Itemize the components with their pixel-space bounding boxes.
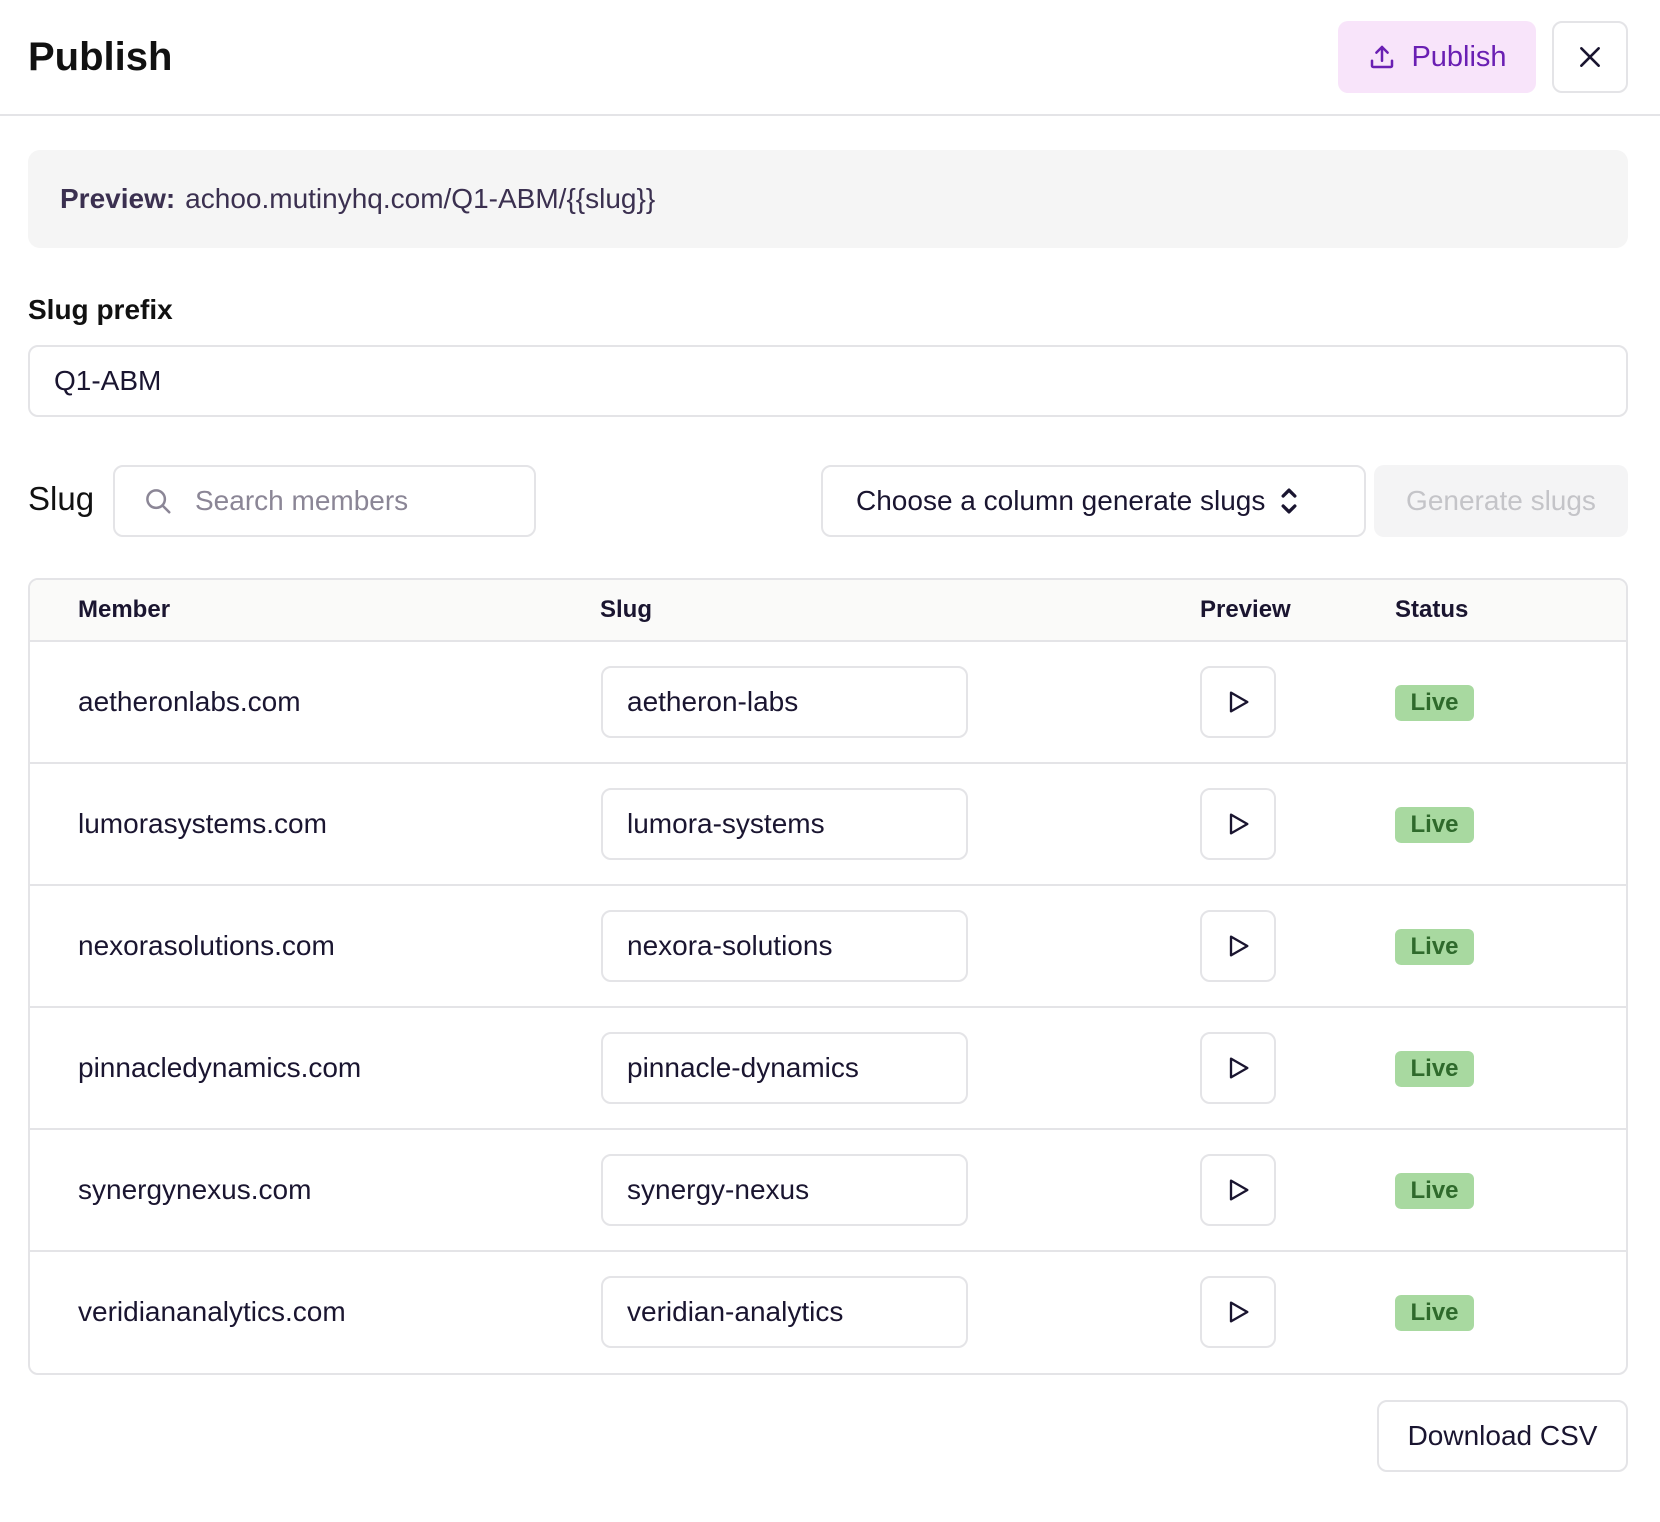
- slug-section-label: Slug: [28, 480, 95, 517]
- slug-input[interactable]: [601, 666, 968, 738]
- slug-input[interactable]: [601, 788, 968, 860]
- column-header-slug: Slug: [600, 596, 652, 623]
- search-members-field[interactable]: [113, 465, 536, 537]
- preview-button[interactable]: [1200, 1154, 1276, 1226]
- column-select-label: Choose a column generate slugs: [856, 485, 1266, 516]
- table-row: veridiananalytics.com Live: [30, 1252, 1626, 1373]
- status-badge: Live: [1395, 1051, 1474, 1087]
- member-domain: pinnacledynamics.com: [78, 1052, 362, 1083]
- upload-icon: [1371, 45, 1394, 69]
- publish-button[interactable]: Publish: [1338, 21, 1536, 93]
- table-row: aetheronlabs.com Live: [30, 642, 1626, 764]
- play-icon: [1229, 1179, 1249, 1201]
- status-badge: Live: [1395, 1173, 1474, 1209]
- slug-input[interactable]: [601, 1154, 968, 1226]
- preview-url: achoo.mutinyhq.com/Q1-ABM/{{slug}}: [185, 183, 656, 214]
- column-header-preview: Preview: [1200, 596, 1291, 623]
- preview-button[interactable]: [1200, 788, 1276, 860]
- status-badge: Live: [1395, 929, 1474, 965]
- preview-button[interactable]: [1200, 666, 1276, 738]
- preview-button[interactable]: [1200, 1276, 1276, 1348]
- member-domain: synergynexus.com: [78, 1174, 312, 1205]
- preview-button[interactable]: [1200, 910, 1276, 982]
- status-badge: Live: [1395, 807, 1474, 843]
- search-input[interactable]: [193, 484, 517, 518]
- publish-button-label: Publish: [1411, 40, 1507, 73]
- slug-prefix-label: Slug prefix: [28, 294, 173, 325]
- table-row: pinnacledynamics.com Live: [30, 1008, 1626, 1130]
- play-icon: [1229, 935, 1249, 957]
- preview-label: Preview:: [60, 183, 176, 214]
- slug-prefix-input[interactable]: [28, 345, 1628, 417]
- chevron-up-down-icon: [1281, 488, 1297, 514]
- column-header-member: Member: [78, 596, 171, 623]
- members-table: Member Slug Preview Status aetheronlabs.…: [28, 578, 1628, 1375]
- slug-input[interactable]: [601, 1032, 968, 1104]
- play-icon: [1229, 1301, 1249, 1323]
- close-button[interactable]: [1552, 21, 1628, 93]
- slug-input[interactable]: [601, 910, 968, 982]
- status-badge: Live: [1395, 685, 1474, 721]
- member-domain: aetheronlabs.com: [78, 686, 301, 717]
- table-row: lumorasystems.com Live: [30, 764, 1626, 886]
- status-badge: Live: [1395, 1295, 1474, 1331]
- member-domain: lumorasystems.com: [78, 808, 327, 839]
- search-icon: [146, 489, 171, 514]
- download-csv-button[interactable]: Download CSV: [1377, 1400, 1628, 1472]
- table-row: synergynexus.com Live: [30, 1130, 1626, 1252]
- preview-url-box: Preview: achoo.mutinyhq.com/Q1-ABM/{{slu…: [28, 150, 1628, 248]
- play-icon: [1229, 691, 1249, 713]
- table-header: Member Slug Preview Status: [30, 580, 1626, 642]
- play-icon: [1229, 813, 1249, 835]
- column-select-dropdown[interactable]: Choose a column generate slugs: [821, 465, 1366, 537]
- slug-input[interactable]: [601, 1276, 968, 1348]
- close-icon: [1580, 47, 1600, 67]
- generate-slugs-button[interactable]: Generate slugs: [1374, 465, 1628, 537]
- preview-button[interactable]: [1200, 1032, 1276, 1104]
- table-row: nexorasolutions.com Live: [30, 886, 1626, 1008]
- dialog-header: Publish Publish: [0, 0, 1660, 116]
- member-domain: nexorasolutions.com: [78, 930, 335, 961]
- page-title: Publish: [28, 35, 173, 79]
- play-icon: [1229, 1057, 1249, 1079]
- column-header-status: Status: [1395, 596, 1469, 623]
- member-domain: veridiananalytics.com: [78, 1296, 346, 1327]
